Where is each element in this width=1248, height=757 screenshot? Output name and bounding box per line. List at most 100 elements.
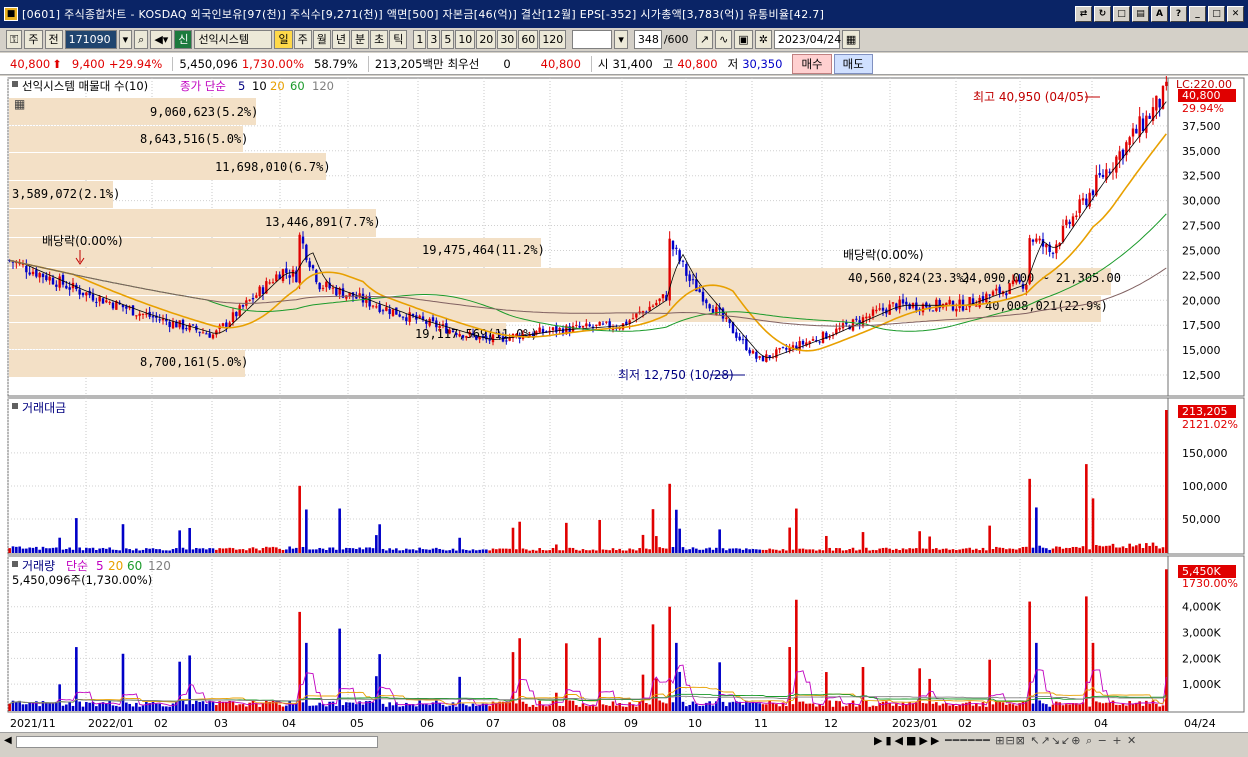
candle-body [448, 329, 451, 334]
candle-body [875, 309, 878, 312]
playback-controls[interactable]: ▶▮◀■▶▶ [874, 734, 942, 747]
amount-bar [681, 547, 685, 553]
volume-bar [525, 703, 528, 711]
amount-bar [1121, 546, 1125, 553]
calendar-icon[interactable]: ▦ [841, 30, 861, 49]
period-button-0[interactable]: 일 [274, 30, 293, 49]
grid-icon: ▦ [14, 97, 25, 111]
amount-bar [375, 535, 378, 553]
zoom-controls[interactable]: ━━━━━━ ⊞⊟⊠ ↖↗↘↙⊕ ⌕ − + ✕ [945, 734, 1137, 748]
prev-button[interactable]: 전 [44, 30, 63, 49]
amount-bar [1021, 546, 1025, 553]
amount-bar [1025, 546, 1028, 553]
amount-bar [895, 548, 898, 553]
volume-bar [458, 676, 461, 711]
period-button-4[interactable]: 분 [350, 30, 370, 49]
interval-button-120[interactable]: 120 [539, 30, 567, 49]
candle-body [1155, 95, 1158, 111]
volume-bar [551, 700, 555, 711]
volume-bar [1158, 706, 1161, 711]
candle-body [1038, 238, 1041, 241]
minimize-icon[interactable]: _ [1189, 6, 1206, 22]
search-icon[interactable]: ⌕ [134, 30, 149, 49]
key-icon[interactable]: ⚿ [6, 30, 23, 49]
volume-legend-ma-60: 60 [127, 559, 142, 573]
maximize-icon[interactable]: □ [1208, 6, 1225, 22]
amount-bar [241, 549, 245, 553]
amount-bar [785, 550, 788, 553]
link-icon[interactable]: ⇄ [1075, 6, 1092, 22]
close-icon[interactable]: ✕ [1227, 6, 1244, 22]
code-input[interactable]: 171090 [64, 30, 117, 49]
scroll-thumb[interactable] [16, 736, 378, 748]
period-button-1[interactable]: 주 [293, 30, 312, 49]
chart-scrollbar[interactable]: ◀ ▶▮◀■▶▶ ━━━━━━ ⊞⊟⊠ ↖↗↘↙⊕ ⌕ − + ✕ [0, 732, 1248, 750]
window-icon[interactable]: □ [1113, 6, 1130, 22]
interval-button-20[interactable]: 20 [476, 30, 497, 49]
period-button-3[interactable]: 년 [331, 30, 350, 49]
amount-bar [628, 548, 631, 553]
interval-button-3[interactable]: 3 [427, 30, 441, 49]
candle-body [1128, 137, 1131, 146]
help-icon[interactable]: ? [1170, 6, 1187, 22]
amount-bar [1075, 546, 1078, 553]
amount-tag: 213,205 [1182, 405, 1228, 418]
amount-bar [531, 549, 535, 553]
amount-bar [741, 549, 745, 553]
period-button-5[interactable]: 초 [370, 30, 389, 49]
font-icon[interactable]: A [1151, 6, 1168, 22]
interval-button-30[interactable]: 30 [497, 30, 518, 49]
refresh-icon[interactable]: ↻ [1094, 6, 1111, 22]
interval-button-1[interactable]: 1 [413, 30, 427, 49]
candle-body [225, 322, 228, 328]
volume-legend-ma-5: 5 [96, 559, 104, 573]
amount-bar [351, 548, 355, 553]
save-icon[interactable]: ▤ [1132, 6, 1149, 22]
interval-button-60[interactable]: 60 [518, 30, 539, 49]
chart-type-icon[interactable]: ↗ [695, 30, 714, 49]
amount-bar [1031, 547, 1035, 553]
amount-bar [421, 549, 425, 553]
volume-bar [171, 703, 175, 711]
volume-bar [675, 642, 678, 711]
candle-body [595, 324, 598, 326]
volume-tick-label: 4,000K [1182, 601, 1221, 614]
interval-input[interactable] [572, 30, 613, 49]
volume-bar [258, 706, 261, 711]
price-tick-label: 17,500 [1182, 319, 1221, 332]
amount-bar [588, 550, 591, 553]
interval-dropdown-icon[interactable]: ▾ [614, 30, 628, 49]
interval-button-10[interactable]: 10 [455, 30, 476, 49]
volume-bar [181, 700, 185, 711]
amount-bar [985, 550, 988, 553]
interval-button-5[interactable]: 5 [441, 30, 455, 49]
period-button-6[interactable]: 틱 [389, 30, 408, 49]
amount-bar [841, 550, 845, 553]
candle-body [1091, 190, 1095, 196]
volume-bar [661, 702, 665, 711]
volume-bar [578, 706, 581, 711]
candle-body [948, 299, 951, 305]
count-input[interactable]: 348 [633, 30, 662, 49]
volume-bar [731, 701, 735, 711]
buy-button[interactable]: 매수 [792, 53, 832, 74]
speaker-icon[interactable]: ◀▾ [150, 30, 173, 49]
volume-bar [1101, 703, 1105, 711]
amount-bar [515, 549, 518, 553]
period-button-2[interactable]: 월 [312, 30, 331, 49]
volume-profile-label: 13,446,891(7.7%) [265, 215, 381, 229]
volume-bar [588, 706, 591, 711]
sell-button[interactable]: 매도 [833, 53, 873, 74]
settings-icon[interactable]: ✲ [754, 30, 772, 49]
amount-bar [658, 547, 661, 553]
date-input[interactable]: 2023/04/24 [773, 30, 841, 49]
type-select[interactable]: 주 [24, 30, 43, 49]
stock-chart[interactable]: 2021/11 2022/01 02 03 04 05 06 07 08 09 10 11 12 2023… [0, 76, 1248, 732]
candle-body [715, 306, 718, 315]
dropdown-icon[interactable]: ▾ [118, 30, 133, 49]
amount-bar [378, 524, 381, 553]
candle-body [578, 325, 581, 328]
indicator-icon[interactable]: ∿ [715, 30, 733, 49]
disk-icon[interactable]: ▣ [734, 30, 753, 49]
scroll-left-icon[interactable]: ◀ [4, 735, 12, 746]
